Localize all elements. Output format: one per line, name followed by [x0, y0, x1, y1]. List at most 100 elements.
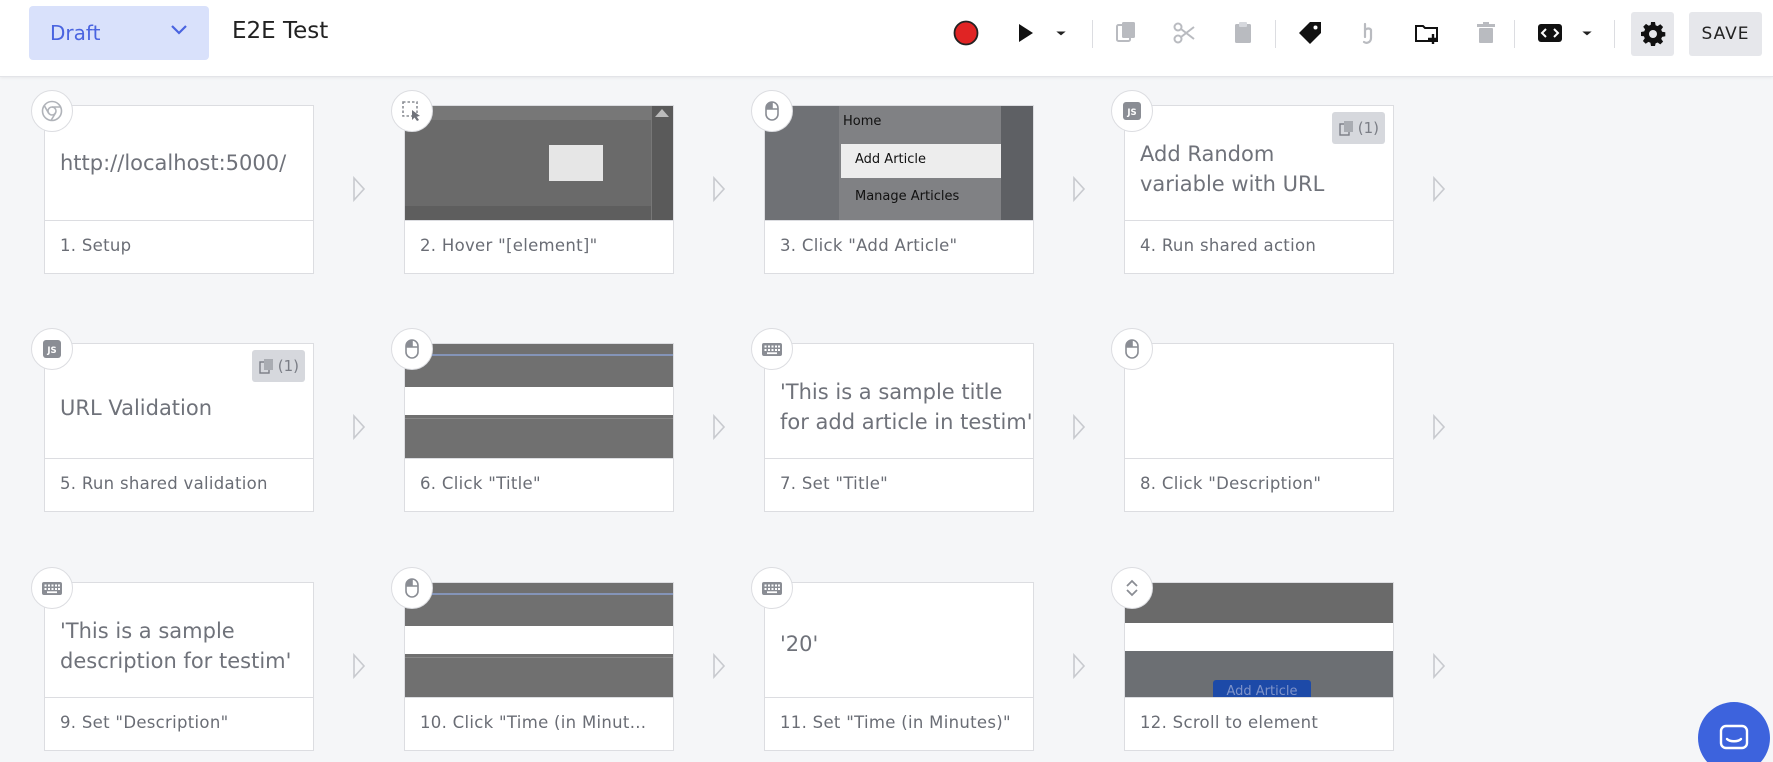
- step-arrow-icon: [1433, 414, 1446, 440]
- step-card-3[interactable]: Home Add Article Manage Articles 3. Clic…: [764, 105, 1034, 274]
- step-thumbnail: [1125, 344, 1393, 459]
- step-text: 'This is a sample description for testim…: [60, 619, 292, 673]
- step-card-4[interactable]: Add Random variable with URL (1) 4. Run …: [1124, 105, 1394, 274]
- record-icon[interactable]: [950, 17, 982, 49]
- step-card-5[interactable]: URL Validation (1) 5. Run shared validat…: [44, 343, 314, 512]
- menu-item: Manage Articles: [855, 189, 960, 204]
- chat-launcher-button[interactable]: [1698, 702, 1770, 762]
- keyboard-icon: [31, 567, 73, 609]
- step-thumbnail: '20': [765, 583, 1033, 698]
- step-thumbnail: [405, 344, 673, 459]
- step-card-7[interactable]: 'This is a sample title for add article …: [764, 343, 1034, 512]
- step-text: Add Random variable with URL: [1140, 142, 1325, 196]
- mouse-icon: [391, 328, 433, 370]
- play-icon[interactable]: [1009, 17, 1041, 49]
- step-thumbnail: http://localhost:5000/: [45, 106, 313, 221]
- js-icon: JS: [1111, 90, 1153, 132]
- toolbar-divider: [1092, 20, 1093, 48]
- step-card-1[interactable]: http://localhost:5000/ 1. Setup: [44, 105, 314, 274]
- save-button[interactable]: SAVE: [1689, 12, 1762, 56]
- step-label: 1. Setup: [60, 236, 132, 255]
- step-thumbnail: [405, 106, 673, 221]
- top-bar: Draft E2E Test SAVE: [0, 0, 1773, 77]
- toolbar-divider: [1275, 20, 1276, 48]
- step-label: 2. Hover "[element]": [420, 236, 598, 255]
- play-options-icon[interactable]: [1052, 17, 1070, 49]
- step-text: '20': [780, 632, 819, 656]
- step-text: URL Validation: [60, 396, 213, 420]
- step-thumbnail: Add Random variable with URL (1): [1125, 106, 1393, 221]
- code-icon[interactable]: [1534, 17, 1566, 49]
- test-name[interactable]: E2E Test: [232, 18, 328, 44]
- chrome-icon: [31, 90, 73, 132]
- svg-text:JS: JS: [1126, 108, 1136, 118]
- label-icon[interactable]: [1294, 17, 1326, 49]
- shared-step-badge: (1): [251, 350, 305, 382]
- step-arrow-icon: [353, 414, 366, 440]
- js-icon: JS: [31, 328, 73, 370]
- step-arrow-icon: [1433, 653, 1446, 679]
- chat-icon: [1719, 724, 1749, 750]
- step-card-9[interactable]: 'This is a sample description for testim…: [44, 582, 314, 751]
- shared-step-badge: (1): [1331, 112, 1385, 144]
- step-card-11[interactable]: '20' 11. Set "Time (in Minutes)": [764, 582, 1034, 751]
- step-label: 8. Click "Description": [1140, 474, 1322, 493]
- step-arrow-icon: [713, 414, 726, 440]
- step-thumbnail: Add Article: [1125, 583, 1393, 698]
- step-arrow-icon: [353, 176, 366, 202]
- step-thumbnail: Home Add Article Manage Articles: [765, 106, 1033, 221]
- new-folder-icon[interactable]: [1411, 17, 1443, 49]
- settings-button[interactable]: [1631, 12, 1674, 56]
- shared-copies-icon: [1339, 121, 1353, 136]
- svg-text:JS: JS: [46, 346, 56, 356]
- menu-item: Home: [843, 114, 882, 129]
- step-thumbnail: [405, 583, 673, 698]
- step-card-8[interactable]: 8. Click "Description": [1124, 343, 1394, 512]
- keyboard-icon: [751, 328, 793, 370]
- step-label: 11. Set "Time (in Minutes)": [780, 713, 1011, 732]
- step-card-6[interactable]: 6. Click "Title": [404, 343, 674, 512]
- chevron-down-icon: [171, 25, 187, 35]
- step-thumbnail: URL Validation (1): [45, 344, 313, 459]
- hover-select-icon: [391, 90, 433, 132]
- keyboard-icon: [751, 567, 793, 609]
- copy-icon[interactable]: [1110, 17, 1142, 49]
- mouse-icon: [1111, 328, 1153, 370]
- step-arrow-icon: [1073, 653, 1086, 679]
- step-label: 3. Click "Add Article": [780, 236, 958, 255]
- step-label: 10. Click "Time (in Minut...: [420, 713, 647, 732]
- step-text: http://localhost:5000/: [60, 151, 287, 175]
- step-card-12[interactable]: Add Article 12. Scroll to element: [1124, 582, 1394, 751]
- mouse-icon: [391, 567, 433, 609]
- toolbar-divider: [1514, 20, 1515, 48]
- toolbar-divider: [1614, 20, 1615, 48]
- step-card-2[interactable]: 2. Hover "[element]": [404, 105, 674, 274]
- pointer-icon[interactable]: [1352, 17, 1384, 49]
- step-label: 9. Set "Description": [60, 713, 229, 732]
- step-thumbnail: 'This is a sample title for add article …: [765, 344, 1033, 459]
- step-arrow-icon: [1073, 176, 1086, 202]
- status-dropdown[interactable]: Draft: [29, 6, 209, 60]
- step-arrow-icon: [1433, 176, 1446, 202]
- menu-item: Add Article: [855, 152, 927, 167]
- step-thumbnail: 'This is a sample description for testim…: [45, 583, 313, 698]
- step-arrow-icon: [353, 653, 366, 679]
- thumb-button: Add Article: [1213, 680, 1311, 697]
- scroll-icon: [1111, 567, 1153, 609]
- step-label: 4. Run shared action: [1140, 236, 1317, 255]
- cut-icon[interactable]: [1169, 17, 1201, 49]
- delete-icon[interactable]: [1470, 17, 1502, 49]
- code-options-icon[interactable]: [1578, 17, 1596, 49]
- step-label: 7. Set "Title": [780, 474, 889, 493]
- step-label: 6. Click "Title": [420, 474, 541, 493]
- step-label: 12. Scroll to element: [1140, 713, 1319, 732]
- shared-copies-icon: [259, 359, 273, 374]
- mouse-icon: [751, 90, 793, 132]
- step-arrow-icon: [713, 176, 726, 202]
- gear-icon: [1640, 22, 1665, 46]
- step-card-10[interactable]: 10. Click "Time (in Minut...: [404, 582, 674, 751]
- paste-icon[interactable]: [1227, 17, 1259, 49]
- step-arrow-icon: [1073, 414, 1086, 440]
- step-arrow-icon: [713, 653, 726, 679]
- step-label: 5. Run shared validation: [60, 474, 268, 493]
